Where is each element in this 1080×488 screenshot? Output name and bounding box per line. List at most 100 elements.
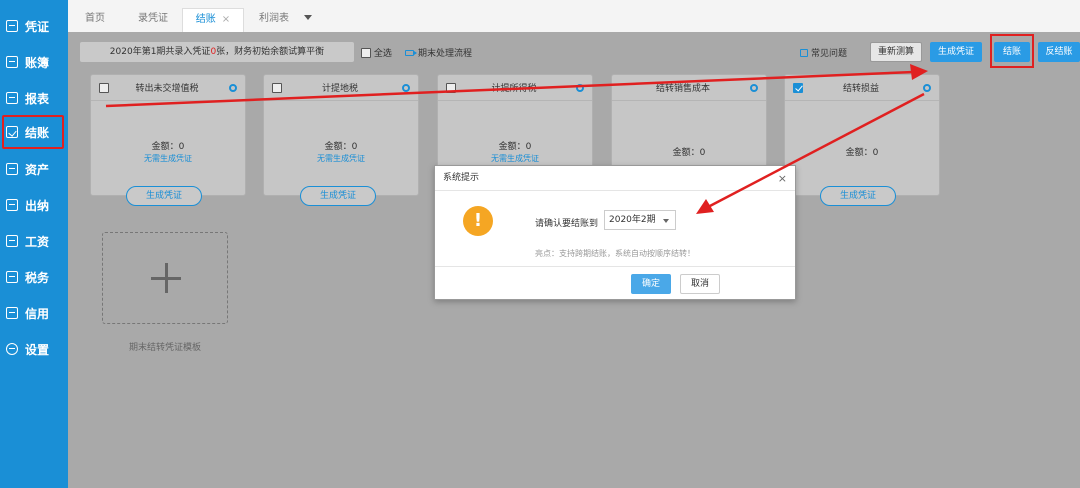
faq-link[interactable]: 常见问题 (800, 46, 847, 59)
salary-icon (6, 235, 18, 247)
checkbox-icon[interactable] (361, 47, 371, 58)
sidebar: 凭证 账簿 报表 结账 资产 出纳 工资 税务 信用 设置 (0, 0, 68, 488)
card-header: 结转损益 (785, 75, 939, 101)
tax-icon (6, 271, 18, 283)
gear-icon (6, 343, 18, 355)
checkbox-icon[interactable] (446, 82, 456, 93)
sidebar-item-tax[interactable]: 税务 (0, 259, 68, 295)
plus-icon (165, 263, 168, 293)
tab-label: 首页 (85, 13, 105, 24)
card-title: 结转销售成本 (655, 84, 710, 94)
confirm-label: 请确认要结账到 (535, 219, 599, 229)
tab-profit-statement[interactable]: 利润表 (248, 8, 300, 32)
card-amount: 金额：0 (151, 142, 185, 152)
tab-label: 结账 (195, 14, 216, 25)
card-no-need: 无需生成凭证 (317, 154, 365, 163)
dialog-header: 系统提示 × (435, 166, 795, 191)
closing-card-profit-loss: 结转损益 金额：0 (784, 74, 940, 196)
card-header: 转出未交增值税 (91, 75, 245, 101)
faq-label: 常见问题 (811, 49, 848, 59)
sidebar-item-cashier[interactable]: 出纳 (0, 187, 68, 223)
sidebar-item-label: 工资 (25, 234, 50, 249)
report-icon (6, 92, 18, 104)
credit-icon (6, 307, 18, 319)
checkbox-icon[interactable] (99, 82, 109, 93)
ledger-icon (6, 56, 18, 68)
sidebar-item-credit[interactable]: 信用 (0, 295, 68, 331)
generate-voucher-button[interactable]: 生成凭证 (820, 186, 896, 206)
tab-home[interactable]: 首页 (74, 8, 116, 32)
add-template-button[interactable] (102, 232, 228, 324)
sidebar-item-closing[interactable]: 结账 (0, 114, 68, 150)
period-value: 2020年2期 (609, 215, 656, 225)
recalculate-button[interactable]: 重新测算 (870, 42, 922, 62)
sidebar-item-label: 税务 (25, 270, 50, 285)
sidebar-item-voucher[interactable]: 凭证 (0, 8, 68, 44)
card-header: 计提所得税 (438, 75, 592, 101)
main-area: 首页 录凭证 结账 × 利润表 2020年第1期共录入凭证0张，财务初始余额试算平… (68, 0, 1080, 488)
card-header: 结转销售成本 (612, 75, 766, 101)
sidebar-item-salary[interactable]: 工资 (0, 223, 68, 259)
close-icon[interactable]: × (222, 14, 230, 25)
gear-icon[interactable] (402, 83, 410, 92)
tab-record-voucher[interactable]: 录凭证 (126, 8, 180, 32)
sidebar-item-label: 资产 (25, 162, 50, 177)
closing-card-vat: 转出未交增值税 金额：0 无需生成凭证 (90, 74, 246, 196)
sidebar-item-report[interactable]: 报表 (0, 80, 68, 116)
system-prompt-dialog: 系统提示 × ! 请确认要结账到 2020年2期 亮点：支持跨期结账，系统自动按… (434, 165, 796, 300)
sidebar-item-label: 凭证 (25, 19, 50, 34)
period-flow-link[interactable]: 期末处理流程 (405, 46, 472, 59)
dialog-tip: 亮点：支持跨期结账，系统自动按顺序结转！ (535, 249, 695, 258)
checkbox-icon (6, 126, 18, 138)
status-notice: 2020年第1期共录入凭证0张，财务初始余额试算平衡 (80, 42, 354, 62)
generate-voucher-button[interactable]: 生成凭证 (930, 42, 982, 62)
tab-bar: 首页 录凭证 结账 × 利润表 (68, 0, 1080, 32)
gear-icon[interactable] (229, 83, 237, 92)
card-header: 计提地税 (264, 75, 418, 101)
sidebar-item-label: 信用 (25, 306, 50, 321)
cashier-icon (6, 199, 18, 211)
cancel-button[interactable]: 取消 (680, 274, 720, 294)
chevron-down-icon (663, 219, 669, 223)
checkbox-icon[interactable] (272, 82, 282, 93)
card-no-need: 无需生成凭证 (144, 154, 192, 163)
gear-icon[interactable] (750, 83, 758, 92)
sidebar-item-assets[interactable]: 资产 (0, 151, 68, 187)
checkbox-icon[interactable] (793, 82, 803, 93)
sidebar-item-ledger[interactable]: 账簿 (0, 44, 68, 80)
tab-label: 录凭证 (138, 13, 168, 24)
card-amount: 金额：0 (845, 148, 879, 158)
reverse-close-button[interactable]: 反结账 (1038, 42, 1080, 62)
card-amount: 金额：0 (498, 142, 532, 152)
select-all-checkbox[interactable]: 全选 (361, 46, 392, 59)
dialog-title: 系统提示 (443, 173, 480, 183)
card-title: 转出未交增值税 (135, 84, 199, 94)
gear-icon[interactable] (923, 83, 931, 92)
ok-button[interactable]: 确定 (631, 274, 671, 294)
closing-card-local-tax: 计提地税 金额：0 无需生成凭证 (263, 74, 419, 196)
notice-suffix: 张，财务初始余额试算平衡 (216, 47, 325, 57)
card-amount: 金额：0 (324, 142, 358, 152)
notice-prefix: 2020年第1期共录入凭证 (109, 47, 211, 57)
sidebar-item-label: 报表 (25, 91, 50, 106)
card-title: 计提所得税 (491, 84, 537, 94)
period-flow-label: 期末处理流程 (418, 49, 473, 59)
sidebar-item-settings[interactable]: 设置 (0, 331, 68, 367)
help-icon (800, 48, 808, 57)
tab-closing[interactable]: 结账 × (182, 8, 244, 32)
video-icon (405, 49, 417, 56)
card-no-need: 无需生成凭证 (491, 154, 539, 163)
card-title: 结转损益 (842, 84, 879, 94)
gear-icon[interactable] (576, 83, 584, 92)
close-icon[interactable]: × (778, 166, 787, 191)
generate-voucher-button[interactable]: 生成凭证 (126, 186, 202, 206)
voucher-icon (6, 20, 18, 32)
sidebar-item-label: 出纳 (25, 198, 50, 213)
card-amount: 金额：0 (672, 148, 706, 158)
chevron-down-icon[interactable] (304, 15, 312, 20)
sidebar-item-label: 账簿 (25, 55, 50, 70)
dialog-divider (435, 266, 795, 267)
period-select[interactable]: 2020年2期 (604, 210, 676, 230)
generate-voucher-button[interactable]: 生成凭证 (300, 186, 376, 206)
assets-icon (6, 163, 18, 175)
